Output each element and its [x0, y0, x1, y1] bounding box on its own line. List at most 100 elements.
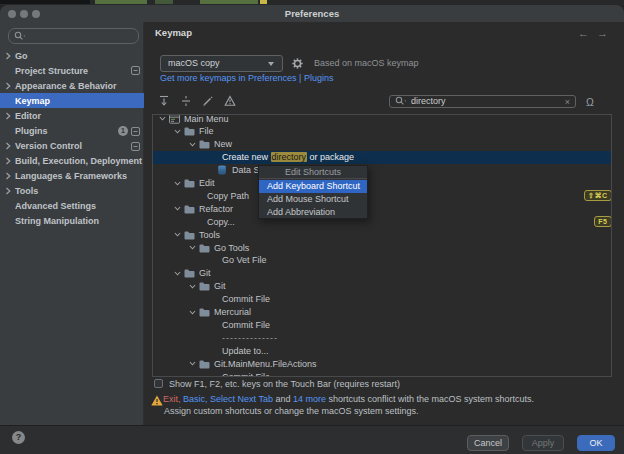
tree-group-tools[interactable]: Tools	[153, 228, 611, 241]
forward-arrow-icon[interactable]: →	[597, 27, 616, 39]
sidebar-item-plugins[interactable]: Plugins1	[0, 124, 144, 139]
sidebar-item-project-structure[interactable]: Project Structure	[0, 63, 144, 78]
help-button[interactable]: ?	[12, 431, 25, 444]
tree-group-file[interactable]: File	[153, 125, 611, 138]
apply-button[interactable]: Apply	[522, 435, 564, 451]
sidebar-item-appearance-behavior[interactable]: Appearance & Behavior	[0, 78, 144, 93]
folder-icon	[184, 178, 195, 188]
sidebar-item-go[interactable]: Go	[0, 48, 144, 63]
menu-item-add-keyboard-shortcut[interactable]: Add Keyboard Shortcut	[259, 180, 367, 193]
settings-tag-icon	[131, 127, 140, 138]
sidebar-item-editor[interactable]: Editor	[0, 108, 144, 123]
chevron-down-icon	[159, 115, 166, 122]
tree-action-data-sc[interactable]: Data Sc	[153, 164, 611, 177]
sidebar-item-keymap[interactable]: Keymap	[0, 93, 144, 108]
tree-action-copy[interactable]: Copy...F5	[153, 215, 611, 228]
keymap-dropdown[interactable]: macOS copy	[160, 55, 283, 72]
tree-group-git-mainmenu-fileactions[interactable]: Git.MainMenu.FileActions	[153, 357, 611, 370]
get-more-keymaps-link[interactable]: Get more keymaps in Preferences | Plugin…	[160, 73, 333, 83]
cancel-button[interactable]: Cancel	[467, 435, 509, 451]
tree-action-update-to[interactable]: Update to...	[153, 344, 611, 357]
conflicts-warning-icon[interactable]	[224, 95, 236, 107]
warning-text: Exit,	[163, 394, 181, 404]
database-icon	[217, 165, 228, 175]
tree-group-main-menu[interactable]: Main Menu	[153, 114, 611, 126]
background-fragment	[155, 0, 173, 4]
chevron-down-icon	[268, 62, 274, 66]
folder-icon	[184, 230, 195, 240]
tree-label: File	[199, 126, 214, 136]
touchbar-label: Show F1, F2, etc. keys on the Touch Bar …	[169, 379, 400, 389]
tree-label: Copy Path	[207, 191, 249, 201]
conflict-link[interactable]: Select Next Tab	[210, 394, 273, 404]
sidebar-item-label: String Manipulation	[0, 216, 99, 226]
tree-group-git[interactable]: Git	[153, 267, 611, 280]
tree-group-mercurial[interactable]: Mercurial	[153, 306, 611, 319]
shortcut-search-input[interactable]: directory ×	[389, 95, 576, 109]
clear-search-icon[interactable]: ×	[565, 97, 570, 107]
gear-icon[interactable]	[292, 58, 303, 69]
search-icon	[395, 96, 408, 106]
conflict-warning-line1: Exit, Basic, Select Next Tab and 14 more…	[163, 394, 534, 404]
page-title: Keymap	[155, 27, 192, 38]
chevron-right-icon	[5, 112, 12, 120]
screen: Preferences GoProject StructureAppearanc…	[0, 0, 624, 454]
tree-group-refactor[interactable]: Refactor	[153, 202, 611, 215]
sidebar-item-label: Editor	[15, 111, 41, 121]
tree-label: Commit File	[222, 294, 270, 304]
tree-group-edit[interactable]: Edit	[153, 177, 611, 190]
edit-shortcut-icon[interactable]	[202, 95, 214, 107]
chevron-down-icon	[174, 180, 181, 187]
sidebar-item-languages-frameworks[interactable]: Languages & Frameworks	[0, 169, 144, 184]
chevron-right-icon	[5, 157, 12, 165]
background-fragment	[260, 0, 267, 4]
tree-action-commit-file[interactable]: Commit File	[153, 370, 611, 377]
find-actions-by-shortcut-icon[interactable]: Ω	[586, 96, 594, 108]
background-fragment	[95, 0, 147, 4]
back-arrow-icon[interactable]: ←	[578, 27, 597, 39]
dialog-titlebar[interactable]: Preferences	[0, 5, 624, 22]
tree-label: Main Menu	[184, 114, 229, 124]
tree-action-create-new-directory-or-package[interactable]: Create new directory or package	[153, 151, 611, 164]
tree-action-commit-file[interactable]: Commit File	[153, 318, 611, 331]
menu-item-add-abbreviation[interactable]: Add Abbreviation	[259, 206, 367, 219]
tree-label: Commit File	[222, 320, 270, 330]
tree-action-copy-path[interactable]: Copy Path⇧⌘C	[153, 189, 611, 202]
tree-label: Go Vet File	[222, 255, 267, 265]
tree-label: Edit	[199, 178, 215, 188]
background-fragment	[0, 0, 90, 4]
dialog-footer: ? Cancel Apply OK	[0, 425, 624, 454]
sidebar-item-advanced-settings[interactable]: Advanced Settings	[0, 199, 144, 214]
tree-action-commit-file[interactable]: Commit File	[153, 293, 611, 306]
keymap-dropdown-value: macOS copy	[168, 58, 220, 68]
tree-group-git[interactable]: Git	[153, 280, 611, 293]
expand-all-icon[interactable]	[158, 95, 170, 107]
menu-item-add-mouse-shortcut[interactable]: Add Mouse Shortcut	[259, 193, 367, 206]
sidebar-item-label: Tools	[15, 186, 38, 196]
sidebar-item-string-manipulation[interactable]: String Manipulation	[0, 214, 144, 229]
tree-group-new[interactable]: New	[153, 138, 611, 151]
main-menu-icon	[169, 114, 180, 124]
based-on-label: Based on macOS keymap	[314, 58, 419, 68]
folder-icon	[199, 281, 210, 291]
sidebar-item-build-execution-deployment[interactable]: Build, Execution, Deployment	[0, 154, 144, 169]
conflict-link[interactable]: 14 more	[293, 394, 326, 404]
plugins-count-badge: 1	[118, 126, 128, 136]
touchbar-checkbox[interactable]	[154, 379, 163, 388]
tree-group-go-tools[interactable]: Go Tools	[153, 241, 611, 254]
tree-separator[interactable]: --------------	[153, 331, 611, 344]
search-value: directory	[411, 96, 446, 106]
preferences-dialog: Preferences GoProject StructureAppearanc…	[0, 5, 624, 454]
conflict-link[interactable]: Basic,	[183, 394, 208, 404]
ok-button[interactable]: OK	[577, 435, 615, 451]
tree-action-go-vet-file[interactable]: Go Vet File	[153, 254, 611, 267]
tree-label: Commit File	[222, 372, 270, 378]
chevron-right-icon	[5, 187, 12, 195]
sidebar-item-label: Advanced Settings	[0, 201, 96, 211]
sidebar-item-version-control[interactable]: Version Control	[0, 139, 144, 154]
tree-label: Mercurial	[214, 307, 251, 317]
search-match-highlight: directory	[271, 152, 308, 162]
sidebar-item-tools[interactable]: Tools	[0, 184, 144, 199]
collapse-all-icon[interactable]	[180, 95, 192, 107]
warning-icon	[151, 395, 163, 406]
